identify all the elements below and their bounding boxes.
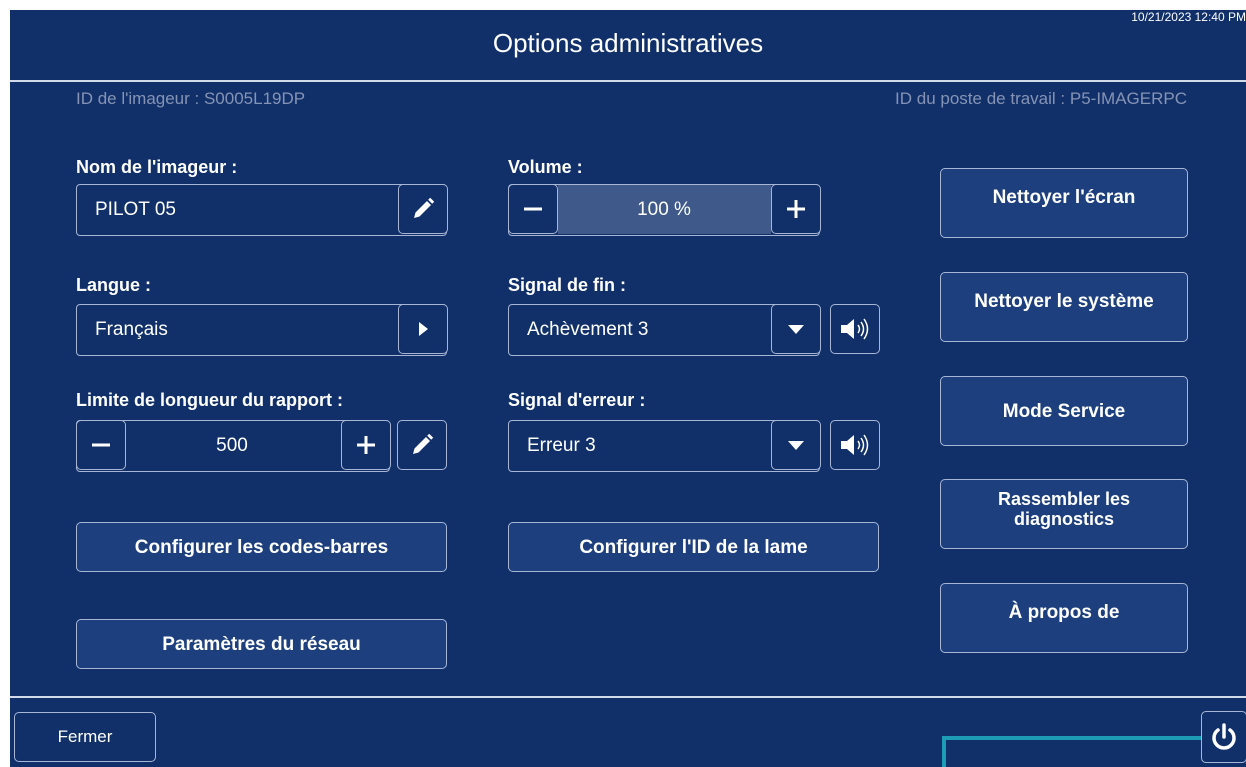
play-right-icon: [418, 321, 428, 336]
clean-screen-button[interactable]: Nettoyer l'écran: [940, 168, 1188, 238]
imager-name-label: Nom de l'imageur :: [76, 157, 238, 177]
end-signal-label: Signal de fin :: [508, 275, 627, 295]
error-signal-dropdown-button[interactable]: [770, 419, 821, 470]
imager-name-value: PILOT 05: [95, 199, 176, 220]
imager-id: ID de l'imageur : S0005L19DP: [76, 89, 306, 108]
gather-diagnostics-button[interactable]: Rassembler les diagnostics: [940, 479, 1188, 549]
accent-line-vertical: [942, 736, 946, 767]
service-mode-button[interactable]: Mode Service: [940, 376, 1188, 446]
speaker-icon: [841, 318, 869, 340]
edit-report-limit-button[interactable]: [397, 420, 447, 470]
error-signal-dropdown[interactable]: Erreur 3: [508, 419, 821, 472]
plus-icon: [356, 435, 375, 454]
volume-value: 100 %: [637, 199, 691, 220]
configure-barcodes-button[interactable]: Configurer les codes-barres: [76, 522, 447, 572]
clean-system-button[interactable]: Nettoyer le système: [940, 272, 1188, 342]
end-signal-dropdown[interactable]: Achèvement 3: [508, 303, 821, 356]
caret-down-icon: [787, 324, 804, 334]
workstation-id: ID du poste de travail : P5-IMAGERPC: [895, 89, 1187, 108]
volume-stepper: 100 %: [507, 183, 821, 236]
play-end-signal-button[interactable]: [830, 304, 880, 354]
end-signal-dropdown-button[interactable]: [770, 303, 821, 354]
power-icon: [1212, 723, 1236, 750]
edit-imager-name-button[interactable]: [397, 183, 448, 234]
volume-level-track[interactable]: 100 %: [557, 185, 771, 234]
play-error-signal-button[interactable]: [830, 420, 880, 470]
language-value: Français: [95, 319, 168, 340]
accent-line-horizontal: [942, 736, 1203, 740]
imager-name-field: PILOT 05: [76, 183, 448, 236]
plus-icon: [786, 199, 805, 218]
end-signal-value: Achèvement 3: [527, 319, 649, 340]
pencil-icon: [413, 433, 434, 454]
volume-increase-button[interactable]: [770, 183, 821, 234]
volume-decrease-button[interactable]: [507, 183, 558, 234]
minus-icon: [523, 207, 542, 210]
datetime-display: 10/21/2023 12:40 PM: [1131, 10, 1246, 24]
admin-options-screen: Options administratives 10/21/2023 12:40…: [10, 10, 1246, 767]
pencil-icon: [413, 197, 434, 218]
network-settings-button[interactable]: Paramètres du réseau: [76, 619, 447, 669]
report-limit-increase-button[interactable]: [340, 419, 391, 470]
power-button[interactable]: [1201, 711, 1246, 763]
language-label: Langue :: [76, 275, 151, 295]
language-select-button[interactable]: [397, 303, 448, 354]
close-button[interactable]: Fermer: [14, 712, 156, 762]
configure-slide-id-button[interactable]: Configurer l'ID de la lame: [508, 522, 879, 572]
about-button[interactable]: À propos de: [940, 583, 1188, 653]
error-signal-label: Signal d'erreur :: [508, 390, 646, 410]
report-limit-decrease-button[interactable]: [75, 419, 126, 470]
language-field[interactable]: Français: [76, 303, 448, 356]
report-limit-label: Limite de longueur du rapport :: [76, 390, 343, 410]
footer-divider: [10, 696, 1246, 698]
header-divider: [10, 80, 1246, 82]
speaker-icon: [841, 434, 869, 456]
minus-icon: [91, 443, 110, 446]
page-title: Options administratives: [492, 28, 764, 58]
error-signal-value: Erreur 3: [527, 435, 596, 456]
report-limit-value: 500: [216, 435, 248, 456]
report-limit-stepper: 500: [75, 419, 391, 472]
volume-label: Volume :: [508, 157, 583, 177]
caret-down-icon: [787, 440, 804, 450]
